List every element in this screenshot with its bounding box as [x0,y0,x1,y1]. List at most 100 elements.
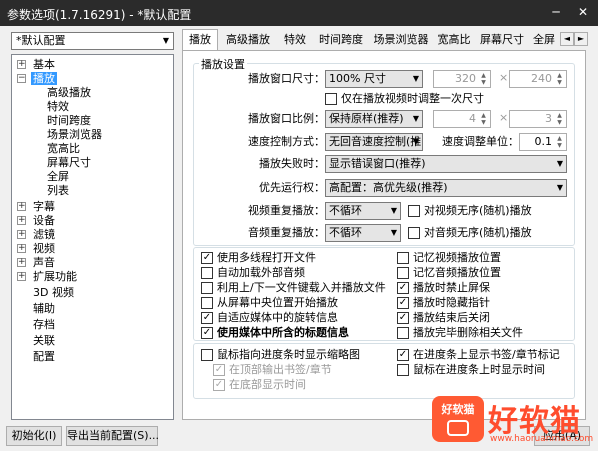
tree-item-fullscreen[interactable]: 全屏 [47,170,69,184]
spin-arrows-icon[interactable]: ▲ ▼ [554,135,565,149]
remember-video-pos-checkbox[interactable]: 记忆视频播放位置 [397,251,501,265]
ratio-width-spinbox[interactable]: 4 ▲ ▼ [433,110,491,128]
title-info-checkbox[interactable]: ✓ 使用媒体中所含的标题信息 [201,326,349,340]
times-sign: × [499,111,509,124]
spin-arrows-icon[interactable]: ▲ ▼ [478,72,489,86]
tree-item-basic[interactable]: + 基本 [17,58,55,72]
adjust-once-checkbox[interactable]: 仅在播放视频时调整一次尺寸 [325,92,484,106]
expand-icon[interactable]: + [17,60,26,69]
expand-icon[interactable]: + [17,216,26,225]
tab-playback[interactable]: 播放 [182,29,218,51]
expand-icon[interactable]: + [17,272,26,281]
priority-select[interactable]: 高配置：高优先级(推荐) ▼ [325,179,567,197]
checkbox-box [201,297,213,309]
chevron-down-icon: ▼ [412,74,419,83]
auto-load-audio-checkbox[interactable]: 自动加载外部音频 [201,266,305,280]
tree-item-playback[interactable]: − 播放 [17,72,57,86]
spin-arrows-icon[interactable]: ▲ ▼ [478,112,489,126]
tree-item-audio[interactable]: + 声音 [17,256,55,270]
tab-time-span[interactable]: 时间跨度 [316,30,366,50]
tab-effects[interactable]: 特效 [278,30,312,50]
profile-select[interactable]: *默认配置 ▼ [11,32,174,50]
video-repeat-label: 视频重复播放： [248,204,325,217]
checkbox-box [408,227,420,239]
seek-thumbnail-checkbox[interactable]: 鼠标指向进度条时显示缩略图 [201,348,360,362]
tree-item-archive[interactable]: 存档 [33,318,55,332]
export-config-button[interactable]: 导出当前配置(S)... [66,426,159,446]
remember-audio-pos-checkbox[interactable]: 记忆音频播放位置 [397,266,501,280]
tab-bar: 播放 高级播放 特效 时间跨度 场景浏览器 宽高比 屏幕尺寸 全屏 [182,29,560,51]
expand-icon[interactable]: + [17,202,26,211]
window-size-select[interactable]: 100% 尺寸 ▼ [325,70,423,88]
tree-item-devices[interactable]: + 设备 [17,214,55,228]
tree-item-config[interactable]: 配置 [33,350,55,364]
tree-item-video[interactable]: + 视频 [17,242,55,256]
initialize-button[interactable]: 初始化(I) [6,426,62,446]
tab-prev-icon[interactable]: ◄ [560,32,574,46]
multithread-open-checkbox[interactable]: ✓ 使用多线程打开文件 [201,251,316,265]
tab-screen-size[interactable]: 屏幕尺寸 [476,30,528,50]
delete-after-play-checkbox[interactable]: 播放完毕删除相关文件 [397,326,523,340]
audio-repeat-select[interactable]: 不循环 ▼ [325,224,401,242]
checkbox-label: 记忆音频播放位置 [413,266,501,279]
show-seek-time-checkbox[interactable]: 鼠标在进度条上时显示时间 [397,363,545,377]
expand-icon[interactable]: + [17,230,26,239]
tree-item-subtitles[interactable]: + 字幕 [17,200,55,214]
tab-fullscreen[interactable]: 全屏 [530,30,558,50]
hide-pointer-checkbox[interactable]: ✓ 播放时隐藏指针 [397,296,490,310]
tab-aspect-ratio[interactable]: 宽高比 [434,30,474,50]
height-spinbox[interactable]: 240 ▲ ▼ [509,70,567,88]
disable-screensaver-checkbox[interactable]: ✓ 播放时禁止屏保 [397,281,490,295]
check-icon: ✓ [201,252,213,264]
tree-item-time-span[interactable]: 时间跨度 [47,114,91,128]
settings-tree[interactable]: + 基本 − 播放 高级播放 特效 时间跨度 场景浏览器 宽高比 屏幕尺寸 全屏 列… [11,54,174,420]
checkbox-label: 播放时隐藏指针 [413,296,490,309]
expand-icon[interactable]: + [17,258,26,267]
fail-action-select[interactable]: 显示错误窗口(推荐) ▼ [325,155,567,173]
expand-icon[interactable]: + [17,244,26,253]
video-shuffle-checkbox[interactable]: 对视频无序(随机)播放 [408,204,532,218]
tree-item-advanced-playback[interactable]: 高级播放 [47,86,91,100]
top-chapters-checkbox[interactable]: ✓ 在顶部输出书签/章节 [213,363,332,377]
tree-item-extensions[interactable]: + 扩展功能 [17,270,77,284]
audio-repeat-label: 音频重复播放： [248,226,325,239]
spin-arrows-icon[interactable]: ▲ ▼ [554,72,565,86]
tree-item-assist[interactable]: 辅助 [33,302,55,316]
tree-item-association[interactable]: 关联 [33,334,55,348]
priority-value: 高配置：高优先级(推荐) [329,181,448,194]
checkbox-box [325,93,337,105]
checkbox-box [201,267,213,279]
tree-item-aspect-ratio[interactable]: 宽高比 [47,142,80,156]
tree-item-scene-browser[interactable]: 场景浏览器 [47,128,102,142]
tree-item-label: 声音 [33,256,55,269]
audio-shuffle-checkbox[interactable]: 对音频无序(随机)播放 [408,226,532,240]
tree-item-3d-video[interactable]: 3D 视频 [33,286,74,300]
speed-mode-select[interactable]: 无回音速度控制(推 ▼ [325,133,423,151]
center-start-checkbox[interactable]: 从屏幕中央位置开始播放 [201,296,338,310]
video-repeat-select[interactable]: 不循环 ▼ [325,202,401,220]
show-bookmarks-checkbox[interactable]: ✓ 在进度条上显示书签/章节标记 [397,348,560,362]
tab-next-icon[interactable]: ► [574,32,588,46]
rotation-info-checkbox[interactable]: ✓ 自适应媒体中的旋转信息 [201,311,338,325]
audio-repeat-value: 不循环 [329,226,362,239]
close-button[interactable]: ✕ [576,5,590,19]
tab-scene-browser[interactable]: 场景浏览器 [370,30,432,50]
tab-advanced-playback[interactable]: 高级播放 [222,30,274,50]
checkbox-label: 利用上/下一文件键载入并播放文件 [217,281,386,294]
close-after-end-checkbox[interactable]: ✓ 播放结束后关闭 [397,311,490,325]
speed-unit-spinbox[interactable]: 0.1 ▲ ▼ [519,133,567,151]
prev-next-key-checkbox[interactable]: 利用上/下一文件键载入并播放文件 [201,281,386,295]
check-icon: ✓ [213,379,225,391]
width-spinbox[interactable]: 320 ▲ ▼ [433,70,491,88]
spin-arrows-icon[interactable]: ▲ ▼ [554,112,565,126]
tree-item-filters[interactable]: + 滤镜 [17,228,55,242]
ratio-select[interactable]: 保持原样(推荐) ▼ [325,110,423,128]
tree-item-effects[interactable]: 特效 [47,100,69,114]
tree-item-screen-size[interactable]: 屏幕尺寸 [47,156,91,170]
chevron-down-icon: ▼ [162,36,169,45]
bottom-time-checkbox[interactable]: ✓ 在底部显示时间 [213,378,306,392]
minimize-button[interactable]: ─ [549,5,563,19]
collapse-icon[interactable]: − [17,74,26,83]
tree-item-list[interactable]: 列表 [47,184,69,198]
ratio-height-spinbox[interactable]: 3 ▲ ▼ [509,110,567,128]
